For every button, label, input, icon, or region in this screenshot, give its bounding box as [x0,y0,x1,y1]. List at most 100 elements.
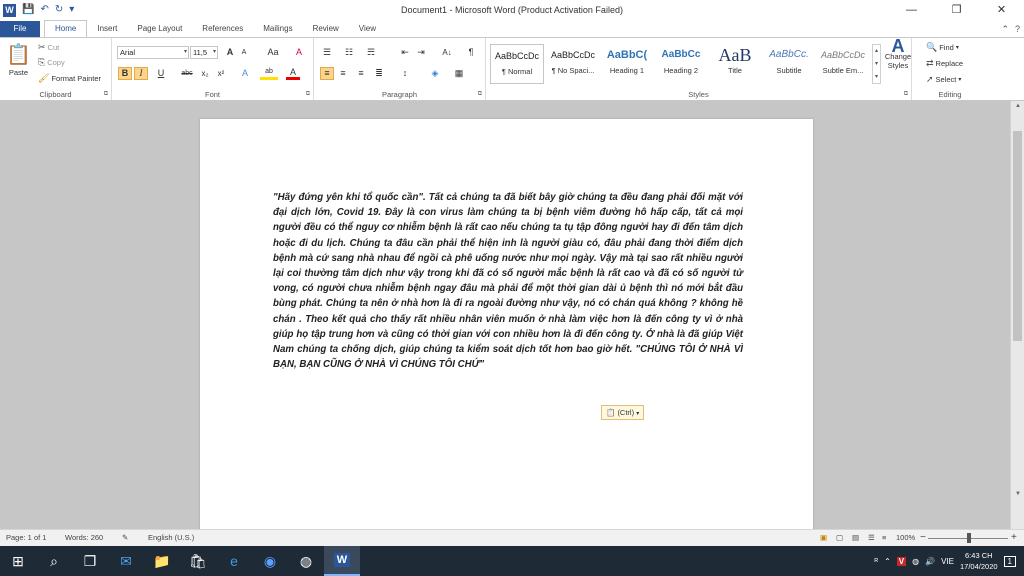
multilevel-list-icon[interactable]: ☴ [364,46,378,59]
word-count[interactable]: Words: 260 [65,530,103,546]
change-case-button[interactable]: Aa [264,46,282,59]
shading-icon[interactable]: ◈ [428,67,442,80]
close-button[interactable]: ✕ [979,0,1024,20]
align-left-icon[interactable]: ≡ [320,67,334,80]
strikethrough-button[interactable]: abc [178,67,196,80]
redo-icon[interactable]: ↻ [55,0,63,20]
increase-indent-icon[interactable]: ⇥ [414,46,428,59]
paragraph-launcher-icon[interactable]: ⧉ [478,91,482,98]
bullets-icon[interactable]: ☰ [320,46,334,59]
minimize-button[interactable]: — [889,0,934,20]
zoom-out-button[interactable]: − [920,530,926,546]
style-no-spacing[interactable]: AaBbCcDc ¶ No Spaci... [546,44,600,84]
justify-icon[interactable]: ≣ [372,67,386,80]
align-center-icon[interactable]: ≡ [336,67,350,80]
restore-button[interactable]: ❐ [934,0,979,20]
save-icon[interactable]: 💾 [22,0,34,20]
copy-button[interactable]: ⎘ Copy [38,57,65,68]
font-name-combo[interactable]: Arial ▾ [117,46,189,59]
change-styles-button[interactable]: A Change Styles [884,37,912,70]
vertical-scrollbar[interactable]: ▲ ▼ [1010,101,1024,529]
select-button[interactable]: ➚ Select ▾ [926,74,961,85]
tab-home[interactable]: Home [44,20,88,37]
print-layout-icon[interactable]: ▣ [820,530,827,546]
search-icon[interactable]: ⌕ [36,546,72,576]
numbering-icon[interactable]: ☷ [342,46,356,59]
file-explorer-icon[interactable]: 📁 [144,546,180,576]
italic-button[interactable]: I [134,67,148,80]
subscript-button[interactable]: x₂ [198,67,212,80]
minimize-ribbon-icon[interactable]: ⌃ [1001,21,1009,37]
proofing-icon[interactable]: ✎ [122,530,128,546]
chrome-icon[interactable]: ◍ [288,546,324,576]
sort-button[interactable]: A↓ [440,46,454,59]
language-status[interactable]: English (U.S.) [148,530,194,546]
underline-button[interactable]: U [154,67,168,80]
style-subtle-emphasis[interactable]: AaBbCcDc Subtle Em... [816,44,870,84]
clock[interactable]: 6:43 CH 17/04/2020 [960,550,998,572]
zoom-level[interactable]: 100% [896,530,915,546]
task-view-icon[interactable]: ❐ [72,546,108,576]
tab-insert[interactable]: Insert [87,21,127,37]
start-button[interactable]: ⊞ [0,546,36,576]
borders-icon[interactable]: ▦ [452,67,466,80]
word-taskbar-icon[interactable]: W [324,546,360,576]
tab-references[interactable]: References [192,21,253,37]
style-title[interactable]: AaB Title [708,44,762,84]
tab-page-layout[interactable]: Page Layout [127,21,192,37]
input-language[interactable]: VIE [941,557,954,566]
scroll-thumb[interactable] [1013,131,1022,341]
scroll-up-icon[interactable]: ▲ [1011,103,1024,109]
scroll-down-icon[interactable]: ▼ [1011,491,1024,497]
tab-mailings[interactable]: Mailings [253,21,302,37]
zoom-slider-handle[interactable] [967,533,971,543]
document-page[interactable]: "Hãy đứng yên khi tổ quốc cần". Tất cả c… [200,119,813,529]
format-painter-button[interactable]: 🖌 Format Painter [38,73,101,84]
style-subtitle[interactable]: AaBbCc. Subtitle [762,44,816,84]
zoom-in-button[interactable]: + [1011,530,1017,546]
tab-file[interactable]: File [0,21,40,37]
document-body-text[interactable]: "Hãy đứng yên khi tổ quốc cần". Tất cả c… [273,190,743,372]
word-logo-icon[interactable]: W [3,3,16,17]
superscript-button[interactable]: x² [214,67,228,80]
help-icon[interactable]: ? [1015,21,1020,37]
clipboard-launcher-icon[interactable]: ⧉ [104,91,108,98]
clear-formatting-button[interactable]: A [292,46,306,59]
styles-scroll[interactable]: ▴ ▾ ▾ [872,44,881,84]
replace-button[interactable]: ⇄ Replace [926,58,963,69]
tab-view[interactable]: View [349,21,386,37]
style-normal[interactable]: AaBbCcDc ¶ Normal [490,44,544,84]
web-layout-icon[interactable]: ▤ [852,530,859,546]
styles-launcher-icon[interactable]: ⧉ [904,91,908,98]
align-right-icon[interactable]: ≡ [354,67,368,80]
font-launcher-icon[interactable]: ⧉ [306,91,310,98]
store-icon[interactable]: 🛍 [180,546,216,576]
page-count[interactable]: Page: 1 of 1 [6,530,46,546]
notification-center-icon[interactable]: 1 [1003,555,1016,567]
bold-button[interactable]: B [118,67,132,80]
network-icon[interactable]: ◍ [912,557,919,566]
tab-review[interactable]: Review [303,21,349,37]
highlight-button[interactable]: ab [260,67,278,80]
antivirus-icon[interactable]: V [896,556,907,566]
people-icon[interactable]: ᴿ [874,557,878,566]
customize-qat-icon[interactable]: ▾ [69,0,74,20]
find-button[interactable]: 🔍 Find ▾ [926,42,959,53]
style-heading-1[interactable]: AaBbC( Heading 1 [600,44,654,84]
font-size-combo[interactable]: 11,5 ▾ [190,46,218,59]
style-heading-2[interactable]: AaBbCc Heading 2 [654,44,708,84]
text-effects-button[interactable]: A [238,67,252,80]
full-screen-icon[interactable]: ▢ [836,530,843,546]
draft-icon[interactable]: ≡ [882,530,886,546]
show-formatting-button[interactable]: ¶ [464,46,478,59]
volume-icon[interactable]: 🔊 [925,557,935,566]
app-icon[interactable]: ◉ [252,546,288,576]
line-spacing-icon[interactable]: ↕ [398,67,412,80]
decrease-indent-icon[interactable]: ⇤ [398,46,412,59]
grow-font-button[interactable]: A [223,46,237,59]
paste-options-button[interactable]: 📋 (Ctrl) ▾ [601,405,645,420]
paste-button[interactable]: 📋 Paste [6,42,31,77]
shrink-font-button[interactable]: A [237,46,251,59]
font-color-button[interactable]: A [286,67,300,80]
undo-icon[interactable]: ↶ [40,0,48,20]
